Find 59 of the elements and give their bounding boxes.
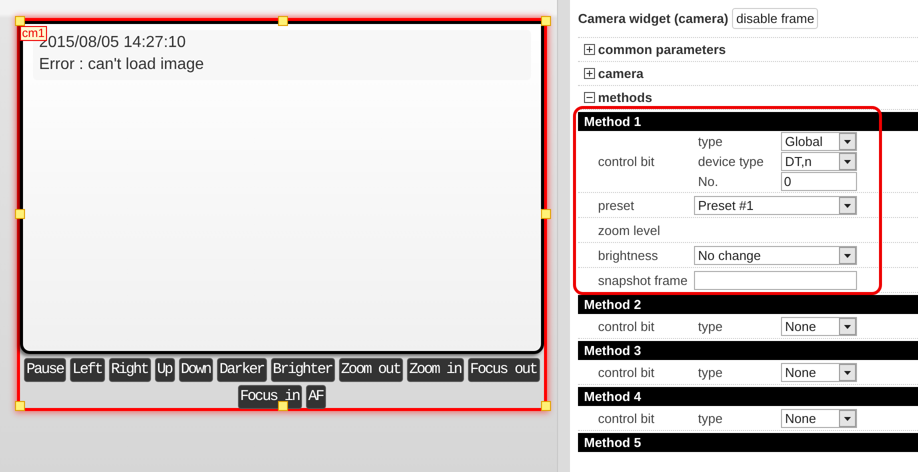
control-button[interactable]: Up <box>154 358 175 382</box>
method-header: Method 4 <box>578 387 918 406</box>
field-label: type <box>698 318 724 334</box>
panel-title: Camera widget (camera) <box>578 11 728 26</box>
control-button[interactable]: AF <box>306 385 326 409</box>
disable-frame-button[interactable]: disable frame <box>732 8 818 29</box>
control-button[interactable]: Right <box>108 358 151 382</box>
row-label: control bit <box>597 410 656 426</box>
widget-id-label: cm1 <box>20 26 47 41</box>
control-button[interactable]: Zoom in <box>407 358 464 382</box>
field-label: device type <box>698 154 765 169</box>
field-label: type <box>698 364 724 380</box>
error-message: Error : can't load image <box>39 56 205 74</box>
splitter-bar[interactable] <box>557 0 570 472</box>
resize-handle[interactable] <box>278 16 288 26</box>
row-label: control bit <box>597 318 656 334</box>
control-button[interactable]: Focus out <box>468 358 540 382</box>
input-field[interactable] <box>694 270 857 290</box>
control-button[interactable]: Pause <box>24 358 66 382</box>
resize-handle[interactable] <box>541 401 551 411</box>
expand-icon[interactable] <box>584 68 595 79</box>
row-label: brightness <box>597 248 659 262</box>
input-field[interactable]: 0 <box>781 172 857 191</box>
resize-handle[interactable] <box>15 209 25 219</box>
row-label: zoom level <box>597 222 662 238</box>
section-header[interactable]: methods <box>598 90 652 105</box>
method-header: Method 3 <box>578 341 918 360</box>
control-button[interactable]: Darker <box>217 358 267 382</box>
row-label: control bit <box>597 154 656 169</box>
expand-icon[interactable] <box>584 44 595 55</box>
method-header: Method 5 <box>578 433 918 452</box>
resize-handle[interactable] <box>15 401 25 411</box>
collapse-icon[interactable] <box>584 92 595 103</box>
row-label: control bit <box>597 364 656 380</box>
resize-handle[interactable] <box>278 401 288 411</box>
select-field[interactable]: DT,n <box>781 152 857 171</box>
field-label: type <box>698 410 724 426</box>
method-header: Method 2 <box>578 295 918 314</box>
select-field[interactable]: No change <box>694 246 857 264</box>
control-button[interactable]: Focus in <box>238 385 302 409</box>
field-label: No. <box>698 174 720 189</box>
field-label: type <box>698 134 724 149</box>
select-field[interactable]: None <box>781 362 857 382</box>
section-header[interactable]: camera <box>598 66 644 81</box>
resize-handle[interactable] <box>541 209 551 219</box>
row-label: snapshot frame <box>597 272 689 288</box>
resize-handle[interactable] <box>15 16 25 26</box>
control-button[interactable]: Brighter <box>270 358 336 382</box>
control-button[interactable]: Left <box>70 358 105 382</box>
method-header: Method 1 <box>578 112 918 131</box>
row-label: preset <box>597 198 636 212</box>
resize-handle[interactable] <box>541 16 551 26</box>
control-button[interactable]: Zoom out <box>339 358 404 382</box>
control-button[interactable]: Down <box>178 358 214 382</box>
section-header[interactable]: common parameters <box>598 42 726 57</box>
select-field[interactable]: None <box>781 408 857 428</box>
select-field[interactable]: None <box>781 316 857 336</box>
select-field[interactable]: Preset #1 <box>694 196 857 214</box>
select-field[interactable]: Global <box>781 132 857 151</box>
